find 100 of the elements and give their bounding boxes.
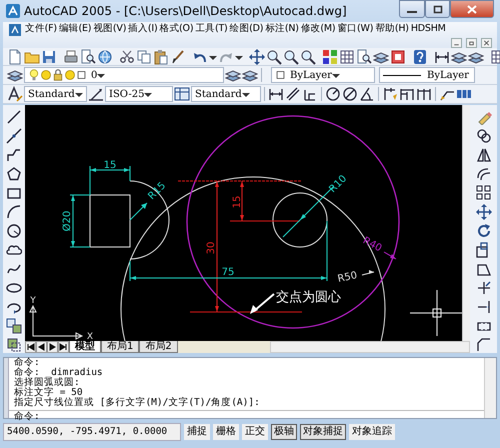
layout-tab[interactable]: 模型 [69, 341, 101, 353]
close-icon [467, 4, 477, 14]
crosshair-cursor [410, 290, 462, 336]
dimension-line [384, 252, 396, 260]
menu-item[interactable]: 帮助(H) [374, 22, 410, 36]
dimension-icon[interactable] [382, 86, 398, 102]
command-history-line: 标注文字 = 50 [13, 388, 83, 398]
color-dropdown[interactable]: ByLayer [271, 67, 375, 83]
maximize-icon [432, 4, 442, 14]
status-toggle-button[interactable]: 对象捕捉 [300, 424, 346, 440]
window-title: AutoCAD 2005 - [C:\Users\Dell\Desktop\Autocad.dwg] [24, 3, 348, 20]
dimension-style-dropdown[interactable]: ISO-25 [105, 86, 173, 102]
minimize-button[interactable] [399, 0, 425, 18]
paste-icon[interactable] [153, 48, 169, 64]
preview-icon[interactable] [80, 48, 96, 64]
command-prompt[interactable]: 命令: [9, 410, 484, 422]
layout-tab[interactable]: 布局2 [139, 341, 178, 353]
markup-icon[interactable] [390, 48, 406, 64]
sun-icon [40, 67, 52, 83]
dimension-icon[interactable] [416, 86, 432, 102]
new-file-icon[interactable] [7, 48, 23, 64]
menu-item[interactable]: 修改(M) [300, 22, 336, 36]
rotate-icon[interactable] [476, 223, 492, 239]
offset-icon[interactable] [476, 166, 492, 182]
scissors-icon[interactable] [119, 48, 135, 64]
menu-item[interactable]: 标注(N) [264, 22, 300, 36]
horizontal-scrollbar[interactable] [270, 341, 470, 353]
polygon-icon[interactable] [6, 166, 22, 182]
circle-icon[interactable] [6, 223, 22, 239]
vertical-scrollbar[interactable] [462, 105, 470, 341]
circle-icon[interactable] [476, 128, 492, 144]
tab-scroll-button[interactable] [58, 341, 69, 353]
linetype-value: ByLayer [427, 68, 469, 82]
dimension-style-icon[interactable] [88, 86, 104, 102]
linetype-dropdown[interactable]: ByLayer [379, 67, 475, 83]
extend-icon[interactable] [476, 299, 492, 315]
copy-icon[interactable] [136, 48, 152, 64]
command-window-grip[interactable] [4, 358, 9, 418]
move-icon[interactable] [476, 204, 492, 220]
text-style-value: Standard [28, 88, 75, 102]
tab-scroll-button[interactable] [25, 341, 36, 353]
block-icon[interactable] [6, 318, 22, 334]
menu-item[interactable]: 工具(T) [194, 22, 229, 36]
menu-item[interactable]: 编辑(E) [58, 22, 92, 36]
palette-icon[interactable] [322, 48, 338, 64]
array-icon[interactable] [476, 185, 492, 201]
text-style-dropdown[interactable]: Standard [24, 86, 87, 102]
menu-item[interactable]: 格式(O) [158, 22, 194, 36]
help-icon[interactable] [412, 48, 428, 64]
maximize-button[interactable] [425, 0, 450, 18]
save-icon[interactable] [41, 48, 57, 64]
table-icon[interactable] [174, 86, 190, 102]
color-value: ByLayer [290, 68, 332, 82]
menu-item[interactable]: 插入(I) [127, 22, 158, 36]
construction-line [230, 220, 300, 222]
table-style-dropdown[interactable]: Standard [191, 86, 261, 102]
status-toggle-button[interactable]: 对象追踪 [349, 424, 395, 440]
menu-item[interactable]: HDSHM [410, 22, 447, 36]
menu-item[interactable]: 视图(V) [92, 22, 128, 36]
status-toggle-button[interactable]: 正交 [242, 424, 268, 440]
drawing-close-button[interactable] [481, 38, 492, 48]
preview-icon[interactable] [356, 48, 372, 64]
zoom-icon[interactable] [266, 48, 282, 64]
dimension-label: 15 [232, 196, 243, 208]
status-toggle-button[interactable]: 捕捉 [184, 424, 210, 440]
grid-icon[interactable] [339, 48, 355, 64]
globe-icon[interactable] [97, 48, 113, 64]
status-toggle-button[interactable]: 极轴 [271, 424, 297, 440]
status-toggle-button[interactable]: 栅格 [213, 424, 239, 440]
chamfer-icon[interactable] [476, 337, 492, 353]
zoom-icon[interactable] [300, 48, 316, 64]
dimension-icon[interactable] [325, 86, 341, 102]
printer-icon[interactable] [63, 48, 79, 64]
dimension-style-value: ISO-25 [109, 88, 144, 102]
menu-item[interactable]: 文件(F) [24, 22, 58, 36]
line-icon[interactable] [6, 128, 22, 144]
brush-icon[interactable] [170, 48, 186, 64]
menu-item[interactable]: 窗口(W) [336, 22, 374, 36]
document-icon[interactable] [9, 24, 21, 36]
line-icon[interactable] [6, 109, 22, 125]
vertical-scrollbar[interactable] [484, 358, 496, 418]
polyline-icon[interactable] [6, 147, 22, 163]
close-button[interactable] [450, 0, 494, 18]
dimension-icon[interactable] [268, 86, 284, 102]
pan-icon[interactable] [249, 48, 265, 64]
block-icon[interactable] [6, 337, 22, 353]
menu-item[interactable]: 绘图(D) [228, 22, 264, 36]
dimension-icon[interactable] [399, 86, 415, 102]
dimension-icon[interactable] [285, 86, 301, 102]
mirror-icon[interactable] [476, 147, 492, 163]
text-style-icon[interactable] [7, 86, 23, 102]
dimension-icon[interactable] [359, 86, 375, 102]
dimension-icon[interactable] [342, 86, 358, 102]
arc-icon[interactable] [6, 204, 22, 220]
drawing-restore-button[interactable] [466, 38, 477, 48]
layer-dropdown[interactable]: 0 [24, 67, 224, 83]
zoom-icon[interactable] [283, 48, 299, 64]
dimension-label: 30 [206, 242, 217, 254]
trim-icon[interactable] [476, 280, 492, 296]
layout-tab[interactable]: 布局1 [101, 341, 140, 353]
